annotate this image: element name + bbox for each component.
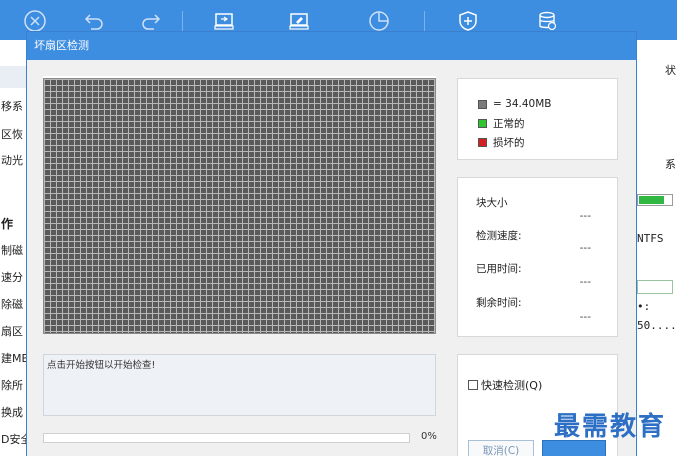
panel-header-label: 状 <box>665 64 676 77</box>
legend-normal-swatch <box>478 118 487 128</box>
legend-damaged-swatch <box>478 137 487 147</box>
legend-damaged: 损坏的 <box>478 135 525 149</box>
sidebar-item[interactable]: 动光 <box>1 152 26 168</box>
sidebar-item[interactable]: 移系 <box>1 98 26 114</box>
quick-check-checkbox[interactable] <box>468 380 478 390</box>
stats-panel: 块大小 --- 检测速度: --- 已用时间: --- 剩余时间: --- <box>457 177 618 337</box>
filesystem-label: NTFS <box>637 232 664 245</box>
legend-normal: 正常的 <box>478 116 525 130</box>
partition-usage-bar <box>637 194 673 206</box>
watermark-logo: 最需教育 <box>554 412 667 442</box>
elapsed-value: --- <box>579 276 591 288</box>
speed-value: --- <box>579 242 591 254</box>
remaining-label: 剩余时间: <box>476 297 522 309</box>
sidebar-item[interactable]: 除所 <box>1 377 26 393</box>
sector-block-grid <box>43 78 436 334</box>
sector-map-panel <box>43 76 436 334</box>
bad-sector-dialog: 坏扇区检测 = 34.40MB 正常的 损坏的 块大小 --- 检测速度: --… <box>26 31 637 456</box>
legend-block-size-label: = 34.40MB <box>493 98 552 110</box>
speed-label: 检测速度: <box>476 230 522 242</box>
sidebar-item[interactable]: 速分 <box>1 269 26 285</box>
partition-bar-outline <box>637 280 673 294</box>
toolbar-separator <box>182 11 183 31</box>
sidebar-item[interactable]: 建MB <box>1 350 26 366</box>
dialog-title[interactable]: 坏扇区检测 <box>27 32 636 60</box>
sidebar-item[interactable]: 除磁 <box>1 296 26 312</box>
sidebar-item[interactable]: 区恢 <box>1 126 26 142</box>
legend-block-swatch <box>478 99 487 109</box>
cancel-button[interactable]: 取消(C) <box>468 440 534 456</box>
remaining-value: --- <box>579 311 591 323</box>
dialog-body: = 34.40MB 正常的 损坏的 块大小 --- 检测速度: --- 已用时间… <box>27 60 636 456</box>
block-size-label: 块大小 <box>476 197 508 209</box>
legend-block-size: = 34.40MB <box>478 97 551 111</box>
panel-label: 系 <box>665 158 676 171</box>
sidebar-header-strip <box>0 66 26 88</box>
status-message: 点击开始按钮以开始检查! <box>43 354 436 416</box>
progress-percent: 0% <box>421 431 437 442</box>
quick-check-toggle[interactable]: 快速检测(Q) <box>468 377 542 393</box>
sidebar-item[interactable]: 制磁 <box>1 242 26 258</box>
legend-normal-label: 正常的 <box>493 117 525 130</box>
elapsed-label: 已用时间: <box>476 263 522 275</box>
app-sidebar: 移系 区恢 动光 作 制磁 速分 除磁 扇区 建MB 除所 换成 D安全 <box>0 40 26 456</box>
block-size-value: --- <box>579 210 591 222</box>
legend-panel: = 34.40MB 正常的 损坏的 <box>457 78 618 160</box>
toolbar-separator <box>424 11 425 31</box>
panel-value: 50.... <box>637 319 677 332</box>
sidebar-item[interactable]: 换成 <box>1 404 26 420</box>
panel-mark: •: <box>637 300 651 313</box>
sidebar-item[interactable]: D安全 <box>1 431 26 447</box>
progress-bar <box>43 433 410 443</box>
legend-damaged-label: 损坏的 <box>493 136 525 149</box>
sidebar-section-title: 作 <box>1 217 14 231</box>
app-right-panel: 状 系 NTFS •: 50.... <box>637 40 677 456</box>
quick-check-label[interactable]: 快速检测(Q) <box>481 377 542 393</box>
sidebar-item[interactable]: 扇区 <box>1 323 26 339</box>
